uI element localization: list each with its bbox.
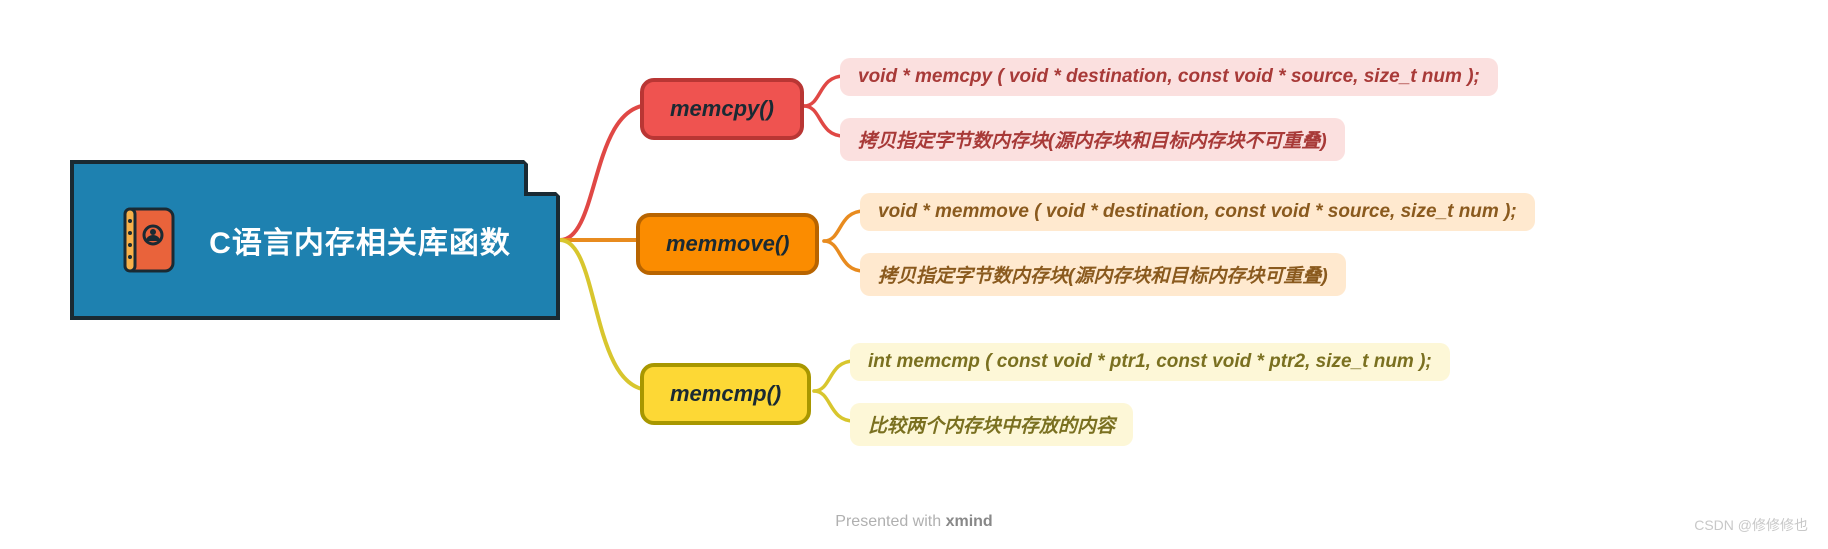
root-title: C语言内存相关库函数: [209, 218, 511, 262]
detail-text: void * memcpy ( void * destination, cons…: [858, 66, 1480, 87]
detail-memcpy-desc[interactable]: 拷贝指定字节数内存块(源内存块和目标内存块不可重叠): [840, 118, 1345, 161]
mindmap-canvas: C语言内存相关库函数 memcpy() void * memcpy ( void…: [0, 0, 1828, 549]
watermark: CSDN @修修修也: [1694, 515, 1808, 535]
notebook-icon: [119, 205, 179, 275]
footer-brand: xmind: [946, 513, 993, 530]
detail-memmove-desc[interactable]: 拷贝指定字节数内存块(源内存块和目标内存块可重叠): [860, 253, 1346, 296]
detail-memmove-signature[interactable]: void * memmove ( void * destination, con…: [860, 193, 1535, 231]
footer: Presented with xmind: [0, 513, 1828, 531]
detail-text: 比较两个内存块中存放的内容: [868, 416, 1115, 437]
fn-label: memcmp(): [670, 381, 781, 406]
connector-memcpy-details: [804, 72, 844, 144]
fn-node-memcmp[interactable]: memcmp(): [640, 363, 811, 425]
root-node[interactable]: C语言内存相关库函数: [70, 160, 560, 320]
fn-node-memmove[interactable]: memmove(): [636, 213, 819, 275]
connector-root-memmove: [560, 232, 640, 252]
fn-node-memcpy[interactable]: memcpy(): [640, 78, 804, 140]
detail-memcpy-signature[interactable]: void * memcpy ( void * destination, cons…: [840, 58, 1498, 96]
fn-label: memcpy(): [670, 96, 774, 121]
connector-memmove-details: [824, 207, 864, 279]
detail-text: 拷贝指定字节数内存块(源内存块和目标内存块可重叠): [878, 266, 1328, 287]
detail-memcmp-desc[interactable]: 比较两个内存块中存放的内容: [850, 403, 1133, 446]
detail-text: void * memmove ( void * destination, con…: [878, 201, 1517, 222]
detail-text: int memcmp ( const void * ptr1, const vo…: [868, 351, 1432, 372]
connector-memcmp-details: [814, 357, 854, 429]
detail-memcmp-signature[interactable]: int memcmp ( const void * ptr1, const vo…: [850, 343, 1450, 381]
footer-prefix: Presented with: [835, 513, 945, 530]
fn-label: memmove(): [666, 231, 789, 256]
detail-text: 拷贝指定字节数内存块(源内存块和目标内存块不可重叠): [858, 131, 1327, 152]
